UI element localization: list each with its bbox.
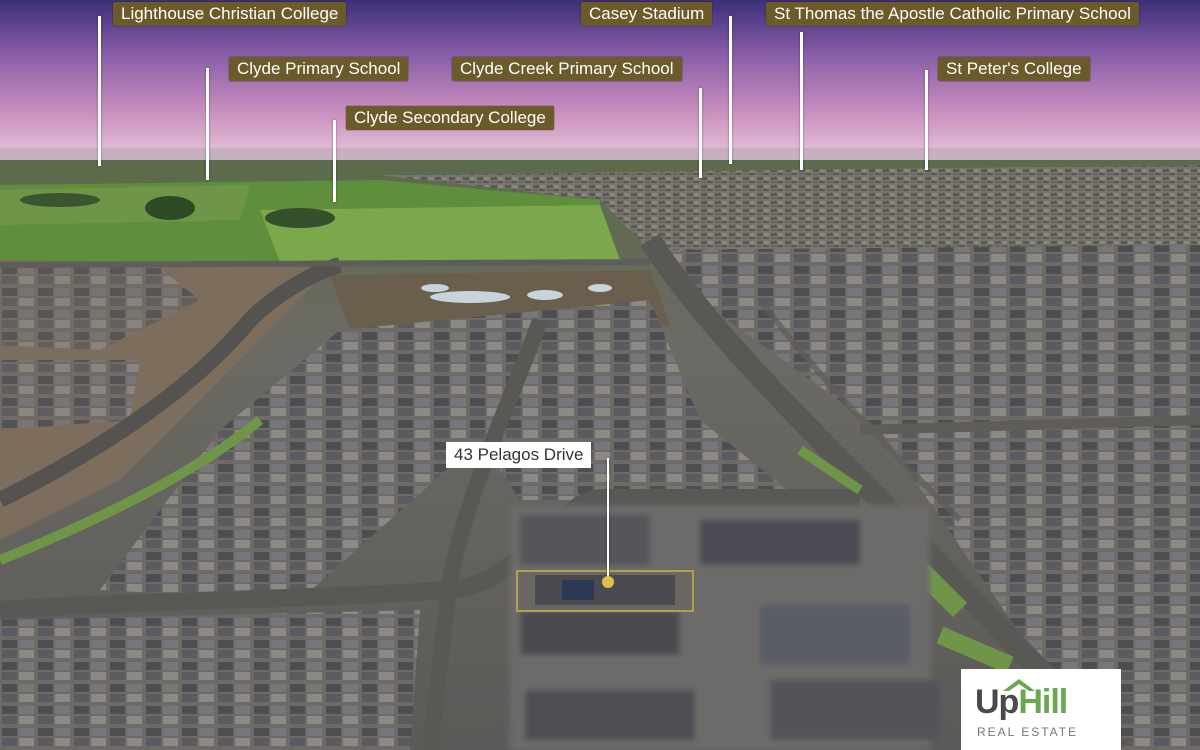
label-clyde-primary-school: Clyde Primary School [229, 57, 409, 81]
aerial-photo [0, 0, 1200, 750]
pin-clyde-creek-primary-school [699, 88, 702, 178]
uphill-logo: UpHill REAL ESTATE [961, 669, 1121, 750]
pin-st-thomas-primary-school [800, 32, 803, 170]
property-marker [602, 576, 614, 588]
logo-wordmark: UpHill [975, 683, 1068, 721]
label-st-thomas-primary-school: St Thomas the Apostle Catholic Primary S… [766, 2, 1139, 26]
logo-tagline: REAL ESTATE [977, 725, 1079, 739]
label-clyde-secondary-college: Clyde Secondary College [346, 106, 554, 130]
pin-property [607, 458, 609, 582]
pin-clyde-primary-school [206, 68, 209, 180]
label-lighthouse-christian-college: Lighthouse Christian College [113, 2, 347, 26]
label-clyde-creek-primary-school: Clyde Creek Primary School [452, 57, 682, 81]
label-st-peters-college: St Peter's College [938, 57, 1090, 81]
pin-st-peters-college [925, 70, 928, 170]
pin-lighthouse-christian-college [98, 16, 101, 166]
label-casey-stadium: Casey Stadium [581, 2, 713, 26]
property-address-label: 43 Pelagos Drive [446, 442, 592, 468]
pin-clyde-secondary-college [333, 120, 336, 202]
pin-casey-stadium [729, 16, 732, 164]
